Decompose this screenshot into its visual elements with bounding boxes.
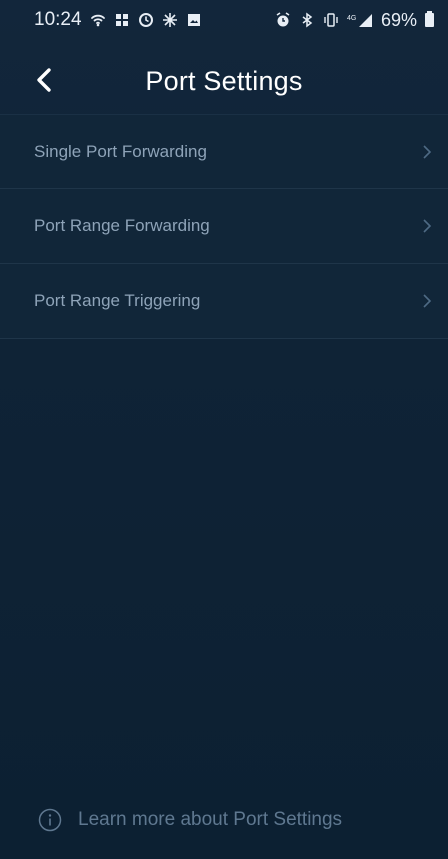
menu-item-label: Port Range Triggering bbox=[34, 291, 201, 310]
menu-item-port-range-triggering[interactable]: Port Range Triggering bbox=[0, 264, 448, 339]
lte-signal-icon: 4G bbox=[347, 12, 373, 28]
page-title: Port Settings bbox=[145, 66, 303, 96]
grid-icon bbox=[114, 12, 130, 28]
header: Port Settings bbox=[0, 50, 448, 114]
svg-text:4G: 4G bbox=[347, 15, 356, 22]
status-bar: 10:24 4G 69% bbox=[0, 0, 448, 40]
status-bar-right: 4G 69% bbox=[275, 10, 434, 31]
battery-icon bbox=[425, 11, 434, 27]
menu-item-port-range-forwarding[interactable]: Port Range Forwarding bbox=[0, 189, 448, 264]
vibrate-icon bbox=[323, 12, 339, 28]
battery-percentage: 69% bbox=[380, 9, 417, 30]
menu-item-single-port-forwarding[interactable]: Single Port Forwarding bbox=[0, 114, 448, 189]
snowflake-icon bbox=[162, 12, 178, 28]
chevron-right-icon bbox=[422, 293, 432, 309]
status-bar-left: 10:24 bbox=[34, 9, 202, 31]
clock-app-icon bbox=[138, 12, 154, 28]
learn-more-text: Learn more about Port Settings bbox=[78, 809, 343, 830]
chevron-right-icon bbox=[422, 218, 432, 234]
alarm-icon bbox=[275, 12, 291, 28]
learn-more-link[interactable]: Learn more about Port Settings bbox=[38, 808, 342, 832]
status-time: 10:24 bbox=[34, 9, 82, 30]
info-icon bbox=[38, 808, 62, 832]
bluetooth-icon bbox=[299, 12, 315, 28]
menu-item-label: Single Port Forwarding bbox=[34, 141, 207, 161]
port-settings-menu: Single Port Forwarding Port Range Forwar… bbox=[0, 114, 448, 339]
port-settings-screen: 10:24 4G 69% Port Settings Single Port F… bbox=[0, 0, 448, 859]
photo-icon bbox=[186, 12, 202, 28]
wifi-calling-icon bbox=[90, 12, 106, 28]
chevron-right-icon bbox=[422, 144, 432, 160]
menu-item-label: Port Range Forwarding bbox=[34, 216, 210, 235]
